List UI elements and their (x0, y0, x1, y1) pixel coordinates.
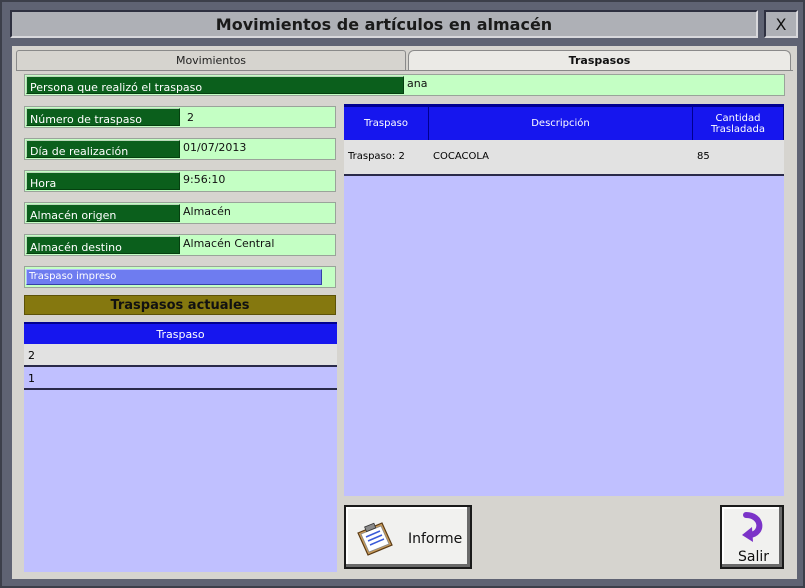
hora-label: Hora (26, 172, 180, 190)
content-panel: Movimientos Traspasos Persona que realiz… (12, 46, 797, 579)
table-row[interactable]: Traspaso: 2 COCACOLA 85 (344, 140, 784, 176)
hora-field: Hora 9:56:10 (24, 170, 336, 192)
numero-value[interactable]: 2 (187, 111, 194, 124)
hora-value[interactable]: 9:56:10 (183, 173, 225, 186)
dia-label: Día de realización (26, 140, 180, 158)
salir-button[interactable]: Salir (720, 505, 784, 569)
informe-button-label: Informe (408, 531, 463, 547)
list-item[interactable]: 1 (24, 367, 337, 390)
detalle-grid[interactable]: Traspaso Descripción Cantidad Trasladada… (344, 104, 784, 496)
person-value[interactable]: ana (407, 77, 427, 90)
person-label: Persona que realizó el traspaso (26, 76, 404, 94)
destino-field: Almacén destino Almacén Central (24, 234, 336, 256)
numero-field: Número de traspaso 2 (24, 106, 336, 128)
clipboard-icon (357, 522, 393, 556)
window-title: Movimientos de artículos en almacén (10, 10, 758, 38)
traspasos-list-header[interactable]: Traspaso (24, 322, 337, 344)
cell-traspaso: Traspaso: 2 (348, 151, 405, 162)
tab-traspasos[interactable]: Traspasos (408, 50, 791, 70)
tab-movimientos[interactable]: Movimientos (16, 50, 406, 70)
list-item[interactable]: 2 (24, 344, 337, 367)
return-arrow-icon (742, 512, 763, 542)
numero-label: Número de traspaso (26, 108, 180, 126)
close-button[interactable]: X (764, 10, 798, 38)
traspaso-impreso-bar: Traspaso impreso (24, 266, 336, 288)
col-cantidad[interactable]: Cantidad Trasladada (693, 107, 784, 140)
salir-button-label: Salir (738, 549, 770, 565)
destino-value[interactable]: Almacén Central (183, 237, 274, 250)
dia-field: Día de realización 01/07/2013 (24, 138, 336, 160)
col-traspaso[interactable]: Traspaso (344, 107, 429, 140)
informe-button[interactable]: Informe (344, 505, 472, 569)
destino-label: Almacén destino (26, 236, 180, 254)
dia-value[interactable]: 01/07/2013 (183, 141, 246, 154)
main-window: Movimientos de artículos en almacén X Mo… (0, 0, 805, 588)
cell-cantidad: 85 (697, 151, 710, 162)
detalle-grid-header: Traspaso Descripción Cantidad Trasladada (344, 104, 784, 140)
cell-descripcion: COCACOLA (433, 151, 489, 162)
origen-value[interactable]: Almacén (183, 205, 231, 218)
traspaso-impreso-label: Traspaso impreso (29, 271, 117, 282)
person-field: Persona que realizó el traspaso ana (24, 74, 785, 96)
col-descripcion[interactable]: Descripción (429, 107, 693, 140)
tab-divider (16, 70, 793, 71)
traspasos-list[interactable]: Traspaso 2 1 (24, 322, 337, 572)
origen-label: Almacén origen (26, 204, 180, 222)
traspasos-actuales-title: Traspasos actuales (24, 295, 336, 315)
origen-field: Almacén origen Almacén (24, 202, 336, 224)
